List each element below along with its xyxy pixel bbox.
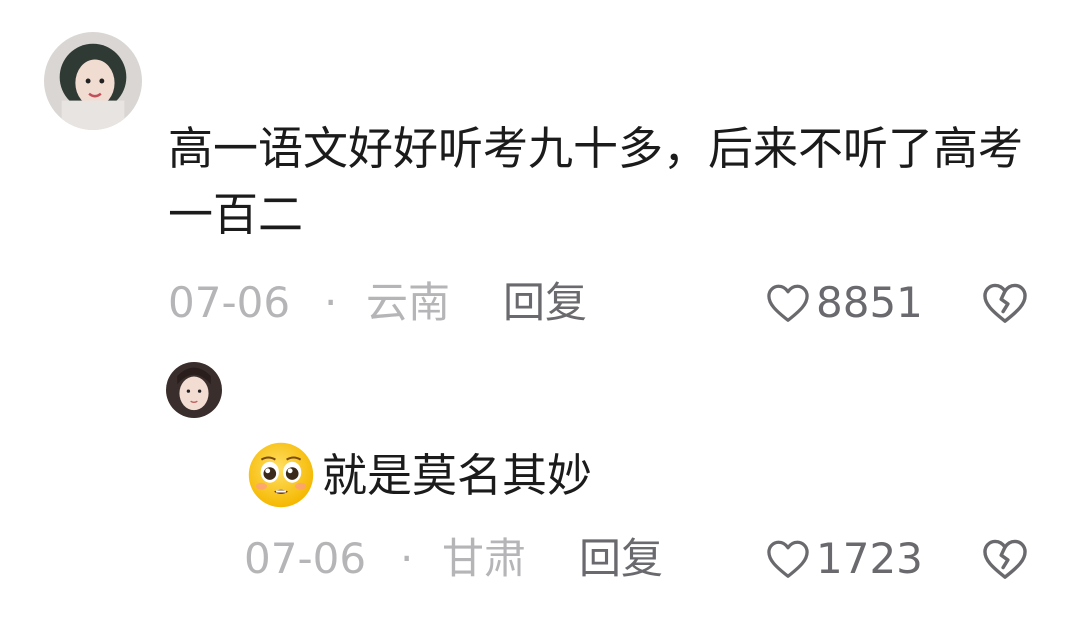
- pleading-face-emoji: [244, 440, 318, 510]
- comment-text: 高一语文好好听考九十多，后来不听了高考一百二: [168, 122, 1024, 241]
- reply-dislike-button[interactable]: [982, 538, 1028, 580]
- comment-reply-button[interactable]: 回复: [503, 278, 587, 328]
- comment-date: 07-06: [168, 278, 291, 327]
- comment-location: 云南: [366, 278, 451, 327]
- comment-like-button[interactable]: 8851: [766, 278, 923, 328]
- comment-dislike-button[interactable]: [982, 282, 1028, 324]
- heart-outline-icon: [766, 539, 810, 579]
- reply-avatar[interactable]: [166, 362, 222, 418]
- reply-like-button[interactable]: 1723: [766, 534, 923, 584]
- reply-location: 甘肃: [442, 534, 527, 583]
- broken-heart-icon: [983, 539, 1027, 579]
- comment-separator: ·: [324, 278, 338, 327]
- user-avatar-icon: [44, 32, 142, 130]
- reply-date: 07-06: [244, 534, 367, 583]
- reply-separator: ·: [400, 534, 414, 583]
- reply-text: 就是莫名其妙: [322, 449, 593, 502]
- user-avatar-icon: [166, 362, 222, 418]
- broken-heart-icon: [983, 283, 1027, 323]
- comment-avatar[interactable]: [44, 32, 142, 130]
- comment-like-count: 8851: [816, 278, 923, 327]
- heart-outline-icon: [766, 283, 810, 323]
- reply-reply-button[interactable]: 回复: [579, 534, 663, 584]
- reply-like-count: 1723: [816, 534, 923, 583]
